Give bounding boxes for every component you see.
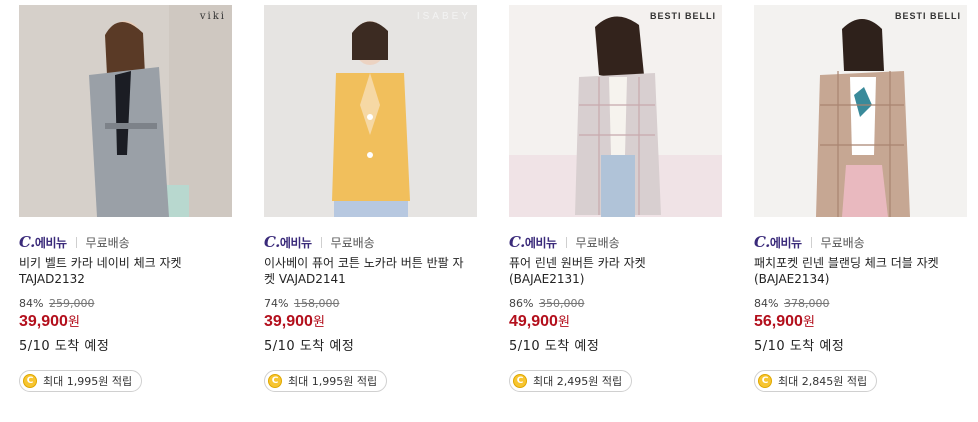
product-image[interactable]: BESTI BELLI xyxy=(754,5,967,217)
points-label: 최대 1,995원 적립 xyxy=(43,375,133,388)
shipping-label: 무료배송 xyxy=(820,235,865,250)
price-line: 39,900원 xyxy=(264,311,477,333)
points-label: 최대 2,845원 적립 xyxy=(778,375,868,388)
product-title[interactable]: 퓨어 린넨 원버튼 카라 자켓 (BAJAE2131) xyxy=(509,255,719,287)
arrival-date: 5/10 도착 예정 xyxy=(509,339,600,354)
points-badge[interactable]: C 최대 1,995원 적립 xyxy=(264,370,388,392)
original-price: 259,000 xyxy=(48,297,95,310)
coin-icon: C xyxy=(268,374,282,388)
shipping-label: 무료배송 xyxy=(330,235,375,250)
brand-logo: viki xyxy=(199,11,226,22)
c-avenue-logo: C.에비뉴 xyxy=(264,233,312,251)
brand-logo: BESTI BELLI xyxy=(649,11,716,21)
arrival-date: 5/10 도착 예정 xyxy=(19,339,110,354)
product-card[interactable]: ISABEY C.에비뉴 무료배송 이사베이 퓨어 코튼 노카라 버튼 반팔 자… xyxy=(264,5,477,392)
divider xyxy=(320,236,322,248)
shipping-label: 무료배송 xyxy=(575,235,620,250)
divider xyxy=(810,236,812,248)
coin-icon: C xyxy=(23,374,37,388)
points-badge[interactable]: C 최대 1,995원 적립 xyxy=(19,370,143,392)
currency: 원 xyxy=(802,315,815,330)
discount-rate: 74% xyxy=(264,297,289,310)
coin-icon: C xyxy=(513,374,527,388)
product-title[interactable]: 이사베이 퓨어 코튼 노카라 버튼 반팔 자켓 VAJAD2141 xyxy=(264,255,474,287)
arrival-date: 5/10 도착 예정 xyxy=(754,339,845,354)
divider xyxy=(565,236,567,248)
product-image[interactable]: BESTI BELLI xyxy=(509,5,722,217)
product-card[interactable]: viki C.에비뉴 무료배송 비키 벨트 카라 네이비 체크 자켓 TAJAD… xyxy=(19,5,232,392)
sale-price: 39,900 xyxy=(264,313,313,330)
pricing: 74% 158,000 39,900원 5/10 도착 예정 xyxy=(264,297,477,354)
product-image[interactable]: viki xyxy=(19,5,232,217)
c-avenue-logo: C.에비뉴 xyxy=(509,233,557,251)
discount-line: 84% 259,000 xyxy=(19,297,232,311)
divider xyxy=(75,236,77,248)
original-price: 350,000 xyxy=(538,297,585,310)
original-price: 158,000 xyxy=(293,297,340,310)
sale-price: 49,900 xyxy=(509,313,558,330)
currency: 원 xyxy=(312,315,325,330)
store-row: C.에비뉴 무료배송 xyxy=(754,233,967,251)
points-label: 최대 1,995원 적립 xyxy=(288,375,378,388)
discount-rate: 86% xyxy=(509,297,534,310)
discount-rate: 84% xyxy=(19,297,44,310)
points-label: 최대 2,495원 적립 xyxy=(533,375,623,388)
pricing: 86% 350,000 49,900원 5/10 도착 예정 xyxy=(509,297,722,354)
price-line: 39,900원 xyxy=(19,311,232,333)
currency: 원 xyxy=(67,315,80,330)
store-row: C.에비뉴 무료배송 xyxy=(19,233,232,251)
price-line: 49,900원 xyxy=(509,311,722,333)
currency: 원 xyxy=(557,315,570,330)
coin-icon: C xyxy=(758,374,772,388)
sale-price: 56,900 xyxy=(754,313,803,330)
sale-price: 39,900 xyxy=(19,313,68,330)
product-title[interactable]: 패치포켓 린넨 블랜딩 체크 더블 자켓 (BAJAE2134) xyxy=(754,255,964,287)
arrival-date: 5/10 도착 예정 xyxy=(264,339,355,354)
c-avenue-logo: C.에비뉴 xyxy=(19,233,67,251)
points-badge[interactable]: C 최대 2,845원 적립 xyxy=(754,370,878,392)
c-avenue-logo: C.에비뉴 xyxy=(754,233,802,251)
pricing: 84% 378,000 56,900원 5/10 도착 예정 xyxy=(754,297,967,354)
shipping-label: 무료배송 xyxy=(85,235,130,250)
product-card[interactable]: BESTI BELLI C.에비뉴 무료배송 퓨어 린넨 원버튼 카라 자켓 (… xyxy=(509,5,722,392)
brand-logo: ISABEY xyxy=(416,11,471,22)
discount-line: 86% 350,000 xyxy=(509,297,722,311)
points-badge[interactable]: C 최대 2,495원 적립 xyxy=(509,370,633,392)
price-line: 56,900원 xyxy=(754,311,967,333)
product-grid: viki C.에비뉴 무료배송 비키 벨트 카라 네이비 체크 자켓 TAJAD… xyxy=(0,0,978,422)
original-price: 378,000 xyxy=(783,297,830,310)
product-title[interactable]: 비키 벨트 카라 네이비 체크 자켓 TAJAD2132 xyxy=(19,255,229,287)
store-row: C.에비뉴 무료배송 xyxy=(264,233,477,251)
discount-rate: 84% xyxy=(754,297,779,310)
product-image[interactable]: ISABEY xyxy=(264,5,477,217)
pricing: 84% 259,000 39,900원 5/10 도착 예정 xyxy=(19,297,232,354)
brand-logo: BESTI BELLI xyxy=(894,11,961,21)
discount-line: 74% 158,000 xyxy=(264,297,477,311)
store-row: C.에비뉴 무료배송 xyxy=(509,233,722,251)
product-card[interactable]: BESTI BELLI C.에비뉴 무료배송 패치포켓 린넨 블랜딩 체크 더블… xyxy=(754,5,967,392)
discount-line: 84% 378,000 xyxy=(754,297,967,311)
